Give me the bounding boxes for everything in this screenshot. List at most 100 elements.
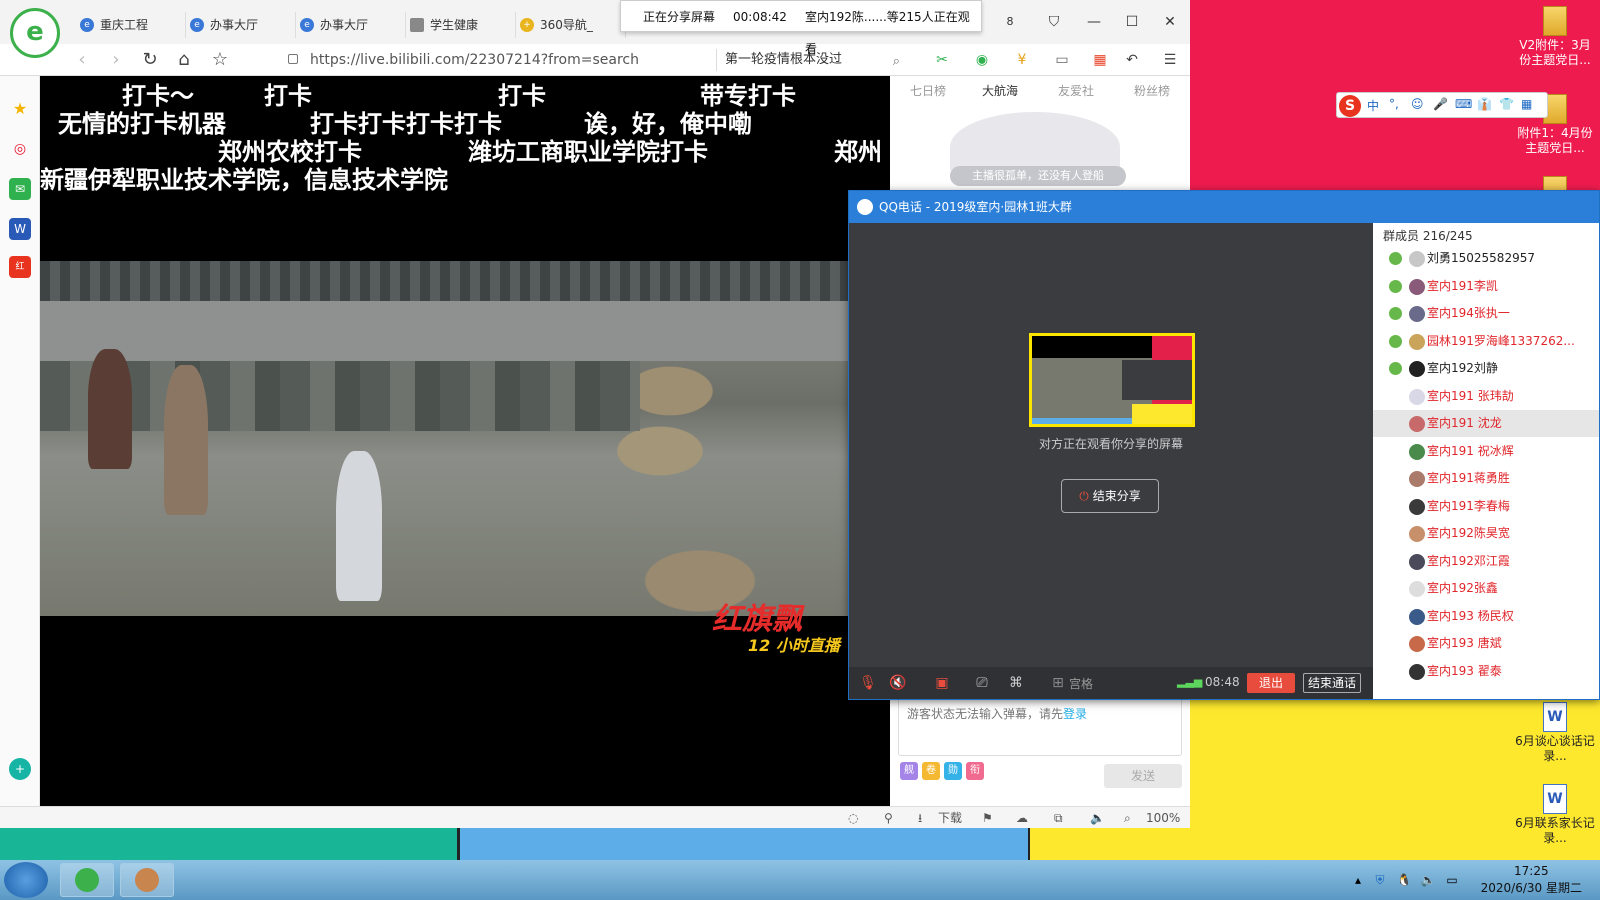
tray-network-icon[interactable]: ▭ [1444, 872, 1460, 888]
tab-4[interactable]: 学生健康 [406, 12, 516, 38]
presentation-icon[interactable]: ⌘ [1007, 674, 1025, 692]
member-row[interactable]: 室内191 沈龙 [1373, 410, 1599, 437]
emote-scroll[interactable]: 卷 [922, 762, 940, 780]
login-link[interactable]: 登录 [1063, 707, 1087, 721]
browser-360-logo-icon[interactable]: e [10, 8, 60, 58]
forward-button[interactable]: › [104, 48, 128, 72]
image-icon[interactable]: ▭ [1052, 50, 1072, 70]
tab-5[interactable]: +360导航_ [516, 12, 626, 38]
bookmark-star-icon[interactable]: ☆ [208, 48, 232, 72]
ime-lang-toggle[interactable]: 中 [1367, 97, 1379, 114]
member-row[interactable]: 园林191罗海峰1337262... [1373, 328, 1599, 355]
emote-captain[interactable]: 舰 [900, 762, 918, 780]
cloud-icon[interactable]: ☁ [1016, 807, 1028, 829]
start-button[interactable] [4, 862, 48, 898]
pin-icon[interactable]: ⚲ [884, 807, 893, 829]
speed-icon[interactable]: ◌ [848, 807, 858, 829]
tab-2[interactable]: e 办事大厅 [186, 12, 296, 38]
word-icon[interactable]: W [9, 218, 31, 240]
add-plugin-icon[interactable]: + [9, 758, 31, 780]
download-icon[interactable]: ⭳ [918, 807, 922, 829]
tab-3[interactable]: e 办事大厅 [296, 12, 406, 38]
back-button[interactable]: ‹ [70, 48, 94, 72]
tab-voyage[interactable]: 大航海 [982, 82, 1018, 99]
zoom-icon[interactable]: ⌕ [1124, 807, 1131, 829]
tray-shield-icon[interactable]: ⛨ [1372, 872, 1388, 888]
xiaohongshu-icon[interactable]: 红 [9, 256, 31, 278]
refresh-button[interactable]: ↻ [138, 48, 162, 72]
ime-emoji-icon[interactable]: ☺ [1411, 97, 1424, 111]
member-row[interactable]: 室内193 杨民权 [1373, 603, 1599, 630]
ime-user-icon[interactable]: 👔 [1477, 97, 1492, 111]
mail-icon[interactable]: ✉ [9, 178, 31, 200]
member-row[interactable]: 室内192陈昊宽 [1373, 520, 1599, 547]
member-row[interactable]: 室内191 张玮劼 [1373, 383, 1599, 410]
url-input[interactable]: https://live.bilibili.com/22307214?from=… [268, 49, 698, 71]
maximize-button[interactable]: ☐ [1118, 10, 1146, 34]
apps-grid-icon[interactable]: ▦ [1090, 50, 1110, 70]
volume-icon[interactable]: 🔈 [1090, 807, 1105, 829]
camera-off-icon[interactable]: ▣ [933, 674, 951, 692]
grid-view-icon[interactable]: ⊞ [1049, 674, 1067, 692]
ime-keyboard-icon[interactable]: ⌨ [1455, 97, 1472, 111]
screen-share-icon[interactable]: ⎚ [973, 674, 991, 692]
ime-skin-icon[interactable]: 👕 [1499, 97, 1514, 111]
member-row[interactable]: 刘勇15025582957 [1373, 245, 1599, 272]
desktop-icon-talk-record[interactable]: W 6月谈心谈话记录... [1515, 702, 1595, 764]
close-button[interactable]: ✕ [1156, 10, 1184, 34]
feedback-icon[interactable]: ⚑ [982, 807, 993, 829]
download-label[interactable]: 下载 [938, 807, 962, 829]
emote-title[interactable]: 衔 [966, 762, 984, 780]
end-call-button[interactable]: 结束通话 [1303, 673, 1361, 693]
member-row[interactable]: 室内192邓江霞 [1373, 548, 1599, 575]
member-row[interactable]: 室内194张执一 [1373, 300, 1599, 327]
sogou-logo-icon[interactable]: S [1339, 95, 1361, 117]
send-button[interactable]: 发送 [1104, 764, 1182, 788]
screen-share-thumbnail[interactable] [1029, 333, 1195, 427]
minimize-button[interactable]: — [1080, 10, 1108, 34]
end-share-button[interactable]: ⏻ 结束分享 [1061, 479, 1159, 513]
tab-count-button[interactable]: 8 [996, 10, 1024, 34]
member-row[interactable]: 室内191 祝冰辉 [1373, 438, 1599, 465]
ime-punct-toggle[interactable]: °, [1389, 97, 1399, 111]
qq-title-bar[interactable]: QQ电话 - 2019级室内·园林1班大群 [849, 191, 1599, 223]
zoom-level[interactable]: 100% [1146, 807, 1180, 829]
ime-voice-icon[interactable]: 🎤 [1433, 97, 1448, 111]
danmaku-input[interactable]: 游客状态无法输入弹幕，请先登录 [898, 696, 1182, 756]
tab-fan-club[interactable]: 友爱社 [1058, 82, 1094, 99]
screenshot-icon[interactable]: ⧉ [1054, 807, 1063, 829]
desktop-icon-attachment-v2[interactable]: V2附件：3月份主题党日... [1515, 6, 1595, 68]
undo-icon[interactable]: ↶ [1122, 50, 1142, 70]
member-row[interactable]: 室内193 唐斌 [1373, 630, 1599, 657]
tray-volume-icon[interactable]: 🔈 [1420, 872, 1436, 888]
weibo-icon[interactable]: ◎ [9, 138, 31, 160]
grid-view-label[interactable]: 宫格 [1069, 675, 1093, 692]
taskbar-qq[interactable] [120, 863, 174, 897]
tab-seven-day[interactable]: 七日榜 [910, 82, 946, 99]
sogou-ime-bar[interactable]: S 中 °, ☺ 🎤 ⌨ 👔 👕 ▦ [1336, 92, 1548, 118]
favorites-star-icon[interactable]: ★ [9, 98, 31, 120]
member-row[interactable]: 室内191李春梅 [1373, 493, 1599, 520]
shirt-icon[interactable]: ⛉ [1040, 10, 1068, 34]
member-row[interactable]: 室内191李凯 [1373, 273, 1599, 300]
emote-medal[interactable]: 勋 [944, 762, 962, 780]
taskbar-360-browser[interactable] [60, 863, 114, 897]
member-row[interactable]: 室内193 翟泰 [1373, 658, 1599, 685]
mic-muted-icon[interactable]: 🎙 [859, 674, 877, 692]
member-row[interactable]: 室内192张鑫 [1373, 575, 1599, 602]
member-row[interactable]: 室内191蒋勇胜 [1373, 465, 1599, 492]
home-button[interactable]: ⌂ [172, 48, 196, 72]
member-row[interactable]: 室内192刘静 [1373, 355, 1599, 382]
live-video-player[interactable]: 打卡～ 打卡 打卡 带专打卡 无情的打卡机器 打卡打卡打卡打卡 诶，好，俺中嘞 … [40, 76, 890, 806]
taskbar-clock[interactable]: 17:25 2020/6/30 星期二 [1481, 863, 1582, 897]
ime-toolbox-icon[interactable]: ▦ [1521, 97, 1532, 111]
menu-icon[interactable]: ☰ [1160, 50, 1180, 70]
tab-fan-rank[interactable]: 粉丝榜 [1134, 82, 1170, 99]
desktop-icon-parent-record[interactable]: W 6月联系家长记录... [1515, 784, 1595, 846]
speaker-muted-icon[interactable]: 🔇 [889, 674, 907, 692]
exit-button[interactable]: 退出 [1247, 673, 1295, 693]
tray-qq-icon[interactable]: 🐧 [1396, 872, 1412, 888]
coin-icon[interactable]: ¥ [1012, 50, 1032, 70]
tab-1[interactable]: e 重庆工程 [76, 12, 186, 38]
tray-expand-icon[interactable]: ▴ [1350, 872, 1366, 888]
